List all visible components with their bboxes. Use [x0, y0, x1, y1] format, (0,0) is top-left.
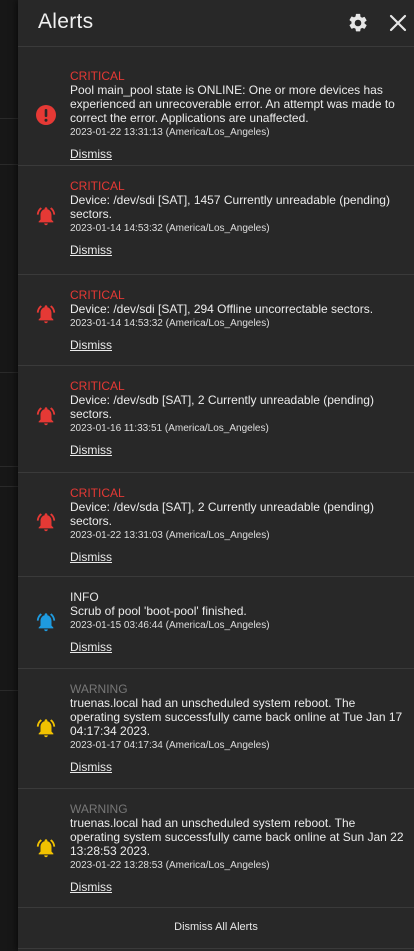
alerts-header: Alerts [18, 0, 414, 47]
alert-item: CRITICAL Device: /dev/sdb [SAT], 2 Curre… [18, 366, 414, 473]
alert-level: CRITICAL [70, 69, 125, 83]
dismiss-link[interactable]: Dismiss [70, 338, 112, 352]
alert-level: WARNING [70, 682, 128, 696]
bell-ring-icon [36, 513, 56, 532]
alert-item: CRITICAL Device: /dev/sda [SAT], 2 Curre… [18, 473, 414, 577]
bell-ring-icon [36, 613, 56, 632]
alert-item: CRITICAL Device: /dev/sdi [SAT], 1457 Cu… [18, 166, 414, 275]
dismiss-link[interactable]: Dismiss [70, 443, 112, 457]
alert-timestamp: 2023-01-15 03:46:44 (America/Los_Angeles… [70, 620, 270, 631]
bell-ring-icon [36, 839, 56, 858]
alerts-panel: Alerts CRITICAL Pool main_pool state is … [18, 0, 414, 951]
alert-item: INFO Scrub of pool 'boot-pool' finished.… [18, 577, 414, 669]
dismiss-link[interactable]: Dismiss [70, 550, 112, 564]
alert-item: WARNING truenas.local had an unscheduled… [18, 669, 414, 789]
dismiss-all-button[interactable]: Dismiss All Alerts [174, 921, 258, 933]
alert-item: CRITICAL Pool main_pool state is ONLINE:… [18, 47, 414, 166]
dismiss-link[interactable]: Dismiss [70, 880, 112, 894]
alert-timestamp: 2023-01-14 14:53:32 (America/Los_Angeles… [70, 318, 270, 329]
alert-level: INFO [70, 590, 99, 604]
dismiss-link[interactable]: Dismiss [70, 640, 112, 654]
alert-message: Device: /dev/sdi [SAT], 294 Offline unco… [70, 302, 374, 316]
gear-icon[interactable] [347, 12, 369, 34]
alert-message: Scrub of pool 'boot-pool' finished. [70, 604, 247, 618]
bell-ring-icon [36, 719, 56, 738]
alert-message: Device: /dev/sdi [SAT], 1457 Currently u… [70, 193, 390, 221]
alert-level: WARNING [70, 802, 128, 816]
alert-timestamp: 2023-01-22 13:28:53 (America/Los_Angeles… [70, 860, 270, 871]
dismiss-link[interactable]: Dismiss [70, 147, 112, 161]
panel-title: Alerts [38, 10, 94, 33]
alert-level: CRITICAL [70, 179, 125, 193]
bell-ring-icon [36, 407, 56, 426]
alert-level: CRITICAL [70, 379, 125, 393]
bell-ring-icon [36, 207, 56, 226]
alert-message: Device: /dev/sda [SAT], 2 Currently unre… [70, 500, 374, 528]
close-icon[interactable] [388, 12, 408, 34]
dismiss-link[interactable]: Dismiss [70, 760, 112, 774]
alert-timestamp: 2023-01-17 04:17:34 (America/Los_Angeles… [70, 740, 270, 751]
alert-item: WARNING truenas.local had an unscheduled… [18, 789, 414, 908]
bell-ring-icon [36, 305, 56, 324]
error-icon [36, 105, 56, 125]
alert-timestamp: 2023-01-16 11:33:51 (America/Los_Angeles… [70, 423, 269, 434]
alerts-footer: Dismiss All Alerts [18, 908, 414, 949]
alert-message: Pool main_pool state is ONLINE: One or m… [70, 83, 395, 125]
alert-message: Device: /dev/sdb [SAT], 2 Currently unre… [70, 393, 374, 421]
alert-message: truenas.local had an unscheduled system … [70, 696, 403, 738]
dismiss-link[interactable]: Dismiss [70, 243, 112, 257]
alert-message: truenas.local had an unscheduled system … [70, 816, 404, 858]
alert-timestamp: 2023-01-22 13:31:13 (America/Los_Angeles… [70, 127, 270, 138]
alert-item: CRITICAL Device: /dev/sdi [SAT], 294 Off… [18, 275, 414, 366]
alert-timestamp: 2023-01-22 13:31:03 (America/Los_Angeles… [70, 530, 270, 541]
alert-timestamp: 2023-01-14 14:53:32 (America/Los_Angeles… [70, 223, 270, 234]
alert-level: CRITICAL [70, 486, 125, 500]
backdrop [0, 0, 18, 951]
alert-level: CRITICAL [70, 288, 125, 302]
